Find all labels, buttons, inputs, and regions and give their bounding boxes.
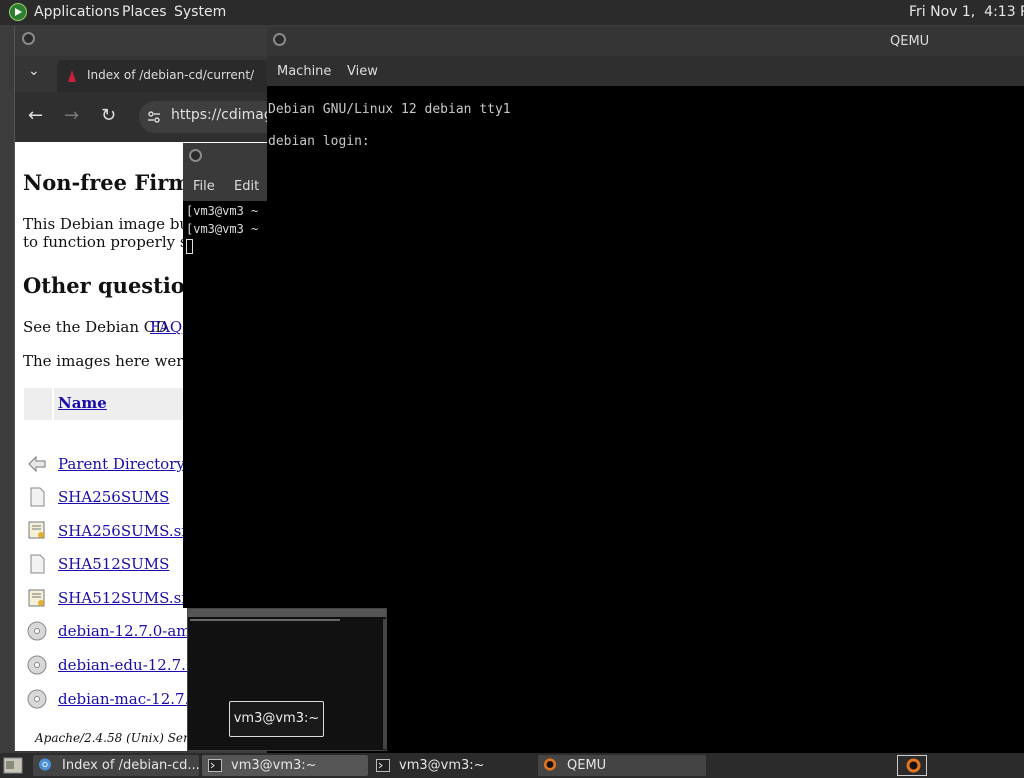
applications-menu[interactable]: Applications	[34, 4, 120, 20]
qemu-icon	[543, 758, 557, 771]
browser-titlebar[interactable]	[15, 26, 269, 56]
taskbar-item-terminal-1[interactable]: vm3@vm3:~	[202, 755, 368, 776]
back-icon	[28, 455, 46, 473]
applications-logo-icon[interactable]	[9, 3, 27, 21]
clock[interactable]: Fri Nov 1, 4:13 PM	[909, 4, 1024, 20]
preview-menubar	[188, 609, 386, 617]
taskbar-item-label: Index of /debian-cd...	[62, 758, 200, 773]
site-settings-icon[interactable]	[147, 110, 161, 124]
terminal-icon	[208, 759, 222, 772]
signature-file-icon	[28, 589, 45, 607]
heading-non-free-firmware: Non-free Firmw	[23, 170, 209, 195]
terminal-window[interactable]: File Edit [vm3@vm3 ~ [vm3@vm3 ~	[183, 143, 268, 608]
console-login-prompt: debian login:	[268, 134, 370, 149]
taskbar-item-label: QEMU	[567, 758, 607, 773]
show-desktop-icon[interactable]	[3, 757, 23, 774]
qemu-close-button[interactable]	[273, 33, 286, 46]
address-bar[interactable]: https://cdimage	[139, 101, 281, 133]
preview-text-line	[190, 619, 340, 621]
tab-title: Index of /debian-cd/current/	[87, 68, 255, 82]
qemu-menu-machine[interactable]: Machine	[277, 64, 331, 79]
faq-link[interactable]: FAQ	[150, 318, 182, 336]
url-text[interactable]: https://cdimage	[171, 107, 281, 123]
terminal-line: [vm3@vm3 ~	[186, 222, 259, 236]
terminal-menubar: File Edit	[183, 171, 268, 201]
qemu-title: QEMU	[890, 34, 930, 49]
reload-icon[interactable]: ↻	[101, 105, 116, 126]
server-footer: Apache/2.4.58 (Unix) Server	[35, 731, 209, 745]
terminal-icon	[376, 759, 390, 772]
debian-favicon-icon	[68, 70, 76, 82]
taskbar-item-terminal-2[interactable]: vm3@vm3:~	[370, 755, 536, 776]
preview-scrollbar	[383, 619, 386, 749]
top-panel: Applications Places System Fri Nov 1, 4:…	[0, 0, 1024, 25]
window-close-button[interactable]	[22, 32, 35, 45]
tab-list-chevron-icon[interactable]: ⌄	[28, 63, 40, 79]
chromium-icon	[38, 758, 52, 771]
taskbar-item-label: vm3@vm3:~	[399, 758, 485, 773]
terminal-menu-file[interactable]: File	[193, 179, 215, 194]
qemu-icon	[906, 758, 921, 773]
file-link-sha512sums[interactable]: SHA512SUMS	[58, 555, 169, 573]
bottom-taskbar: Index of /debian-cd... vm3@vm3:~ vm3@vm3…	[0, 753, 1024, 778]
terminal-line: [vm3@vm3 ~	[186, 204, 259, 218]
places-menu[interactable]: Places	[122, 4, 167, 20]
system-menu[interactable]: System	[174, 4, 226, 20]
window-preview-tooltip: vm3@vm3:~	[229, 701, 324, 737]
taskbar-item-label: vm3@vm3:~	[231, 758, 317, 773]
table-header-icon-cell	[24, 388, 52, 420]
qemu-menubar: Machine View	[267, 56, 1024, 86]
name-column-header-link[interactable]: Name	[58, 394, 107, 412]
workspace-switcher[interactable]	[897, 755, 927, 776]
text-file-icon	[30, 487, 45, 507]
terminal-menu-edit[interactable]: Edit	[234, 179, 259, 194]
taskbar-item-qemu[interactable]: QEMU	[538, 755, 706, 776]
terminal-close-button[interactable]	[189, 149, 202, 162]
taskbar-item-browser[interactable]: Index of /debian-cd...	[33, 755, 200, 776]
disc-icon	[27, 689, 47, 709]
firmware-paragraph-line-1: This Debian image build	[23, 215, 209, 233]
file-link-parent-directory[interactable]: Parent Directory	[58, 455, 185, 473]
qemu-menu-view[interactable]: View	[347, 64, 378, 79]
console-banner: Debian GNU/Linux 12 debian tty1	[268, 102, 511, 117]
file-link-sha512sums-sig[interactable]: SHA512SUMS.sig	[58, 589, 196, 607]
forward-arrow-icon[interactable]: →	[64, 105, 79, 126]
disc-icon	[27, 621, 47, 641]
browser-toolbar: ← → ↻ https://cdimage	[15, 92, 281, 142]
signature-file-icon	[28, 521, 45, 539]
terminal-titlebar[interactable]	[183, 143, 268, 171]
qemu-titlebar[interactable]: QEMU	[267, 26, 1024, 56]
file-link-sha256sums-sig[interactable]: SHA256SUMS.sig	[58, 522, 196, 540]
back-arrow-icon[interactable]: ←	[28, 105, 43, 126]
disc-icon	[27, 655, 47, 675]
browser-tab[interactable]: Index of /debian-cd/current/	[57, 60, 269, 92]
file-link-sha256sums[interactable]: SHA256SUMS	[58, 488, 169, 506]
browser-tab-strip: ⌄ Index of /debian-cd/current/	[15, 56, 269, 92]
terminal-cursor	[186, 239, 193, 254]
text-file-icon	[30, 554, 45, 574]
